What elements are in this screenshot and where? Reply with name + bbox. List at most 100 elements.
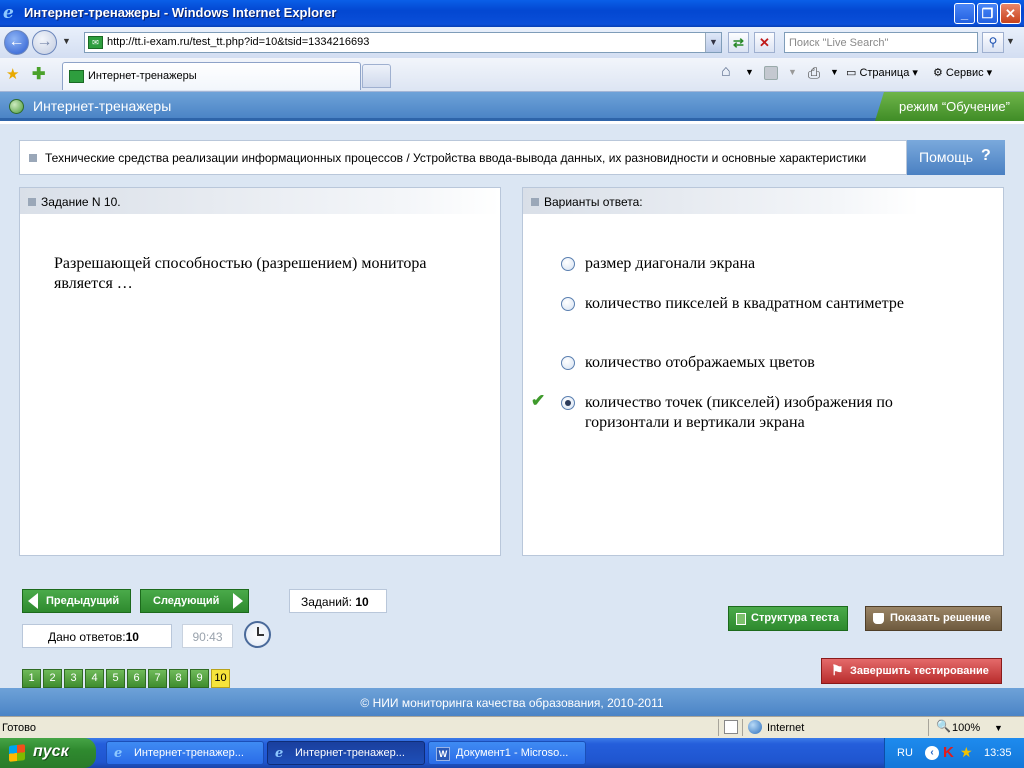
book-icon — [873, 613, 884, 624]
address-bar[interactable]: ✉ http://tt.i-exam.ru/test_tt.php?id=10&… — [84, 32, 722, 53]
finish-test-button[interactable]: ⚑ Завершить тестирование — [821, 658, 1002, 684]
answers-header: Варианты ответа: — [544, 195, 643, 209]
zoom-icon[interactable]: 🔍 — [936, 719, 951, 733]
test-structure-button[interactable]: Структура теста — [728, 606, 848, 631]
antivirus-icon[interactable]: K — [943, 744, 954, 761]
bullet-square-icon — [28, 198, 36, 206]
runner-icon: ⚑ — [831, 662, 844, 678]
refresh-button[interactable]: ⇄ — [728, 32, 749, 53]
taskbar-item-active[interactable]: e Интернет-тренажер... — [267, 741, 425, 765]
home-dropdown-icon[interactable]: ▼ — [745, 67, 754, 77]
feeds-dropdown-icon[interactable]: ▼ — [788, 67, 797, 77]
answers-panel: Варианты ответа: размер диагонали экрана… — [522, 187, 1004, 556]
maximize-button[interactable]: ❐ — [977, 3, 998, 24]
page-button[interactable]: 4 — [85, 669, 104, 688]
question-panel-header: Задание N 10. — [20, 188, 500, 214]
page-button-current[interactable]: 10 — [211, 669, 230, 688]
history-dropdown-icon[interactable]: ▼ — [62, 36, 71, 46]
system-tray: RU ‹ K ★ 13:35 — [884, 738, 1024, 768]
page-button[interactable]: 1 — [22, 669, 41, 688]
answer-option-text: количество отображаемых цветов — [585, 354, 815, 371]
taskbar-item[interactable]: e Интернет-тренажер... — [106, 741, 264, 765]
help-button[interactable]: Помощь ? — [907, 140, 1005, 175]
security-icon[interactable] — [724, 720, 738, 734]
search-options-dropdown-icon[interactable]: ▼ — [1006, 36, 1015, 46]
app-logo-icon — [9, 99, 24, 114]
tray-star-icon[interactable]: ★ — [960, 744, 973, 761]
page-button[interactable]: 9 — [190, 669, 209, 688]
favorites-star-icon[interactable]: ★ — [6, 65, 19, 83]
page-button[interactable]: 6 — [127, 669, 146, 688]
status-divider — [718, 719, 719, 736]
search-icon: ⚲ — [988, 35, 998, 49]
question-panel: Задание N 10. Разрешающей способностью (… — [19, 187, 501, 556]
timer: 90:43 — [182, 624, 233, 648]
status-divider — [928, 719, 929, 736]
start-button[interactable]: пуск — [0, 738, 96, 768]
zoom-dropdown-icon[interactable]: ▼ — [994, 723, 1003, 733]
start-label: пуск — [33, 743, 69, 760]
previous-button[interactable]: Предыдущий — [22, 589, 131, 613]
print-dropdown-icon[interactable]: ▼ — [830, 67, 839, 77]
close-button[interactable]: ✕ — [1000, 3, 1021, 24]
structure-icon — [736, 613, 746, 625]
task-pager: 1 2 3 4 5 6 7 8 9 10 — [22, 669, 232, 688]
add-favorite-icon[interactable]: ✚ — [32, 64, 45, 84]
page-button[interactable]: 8 — [169, 669, 188, 688]
address-url[interactable]: http://tt.i-exam.ru/test_tt.php?id=10&ts… — [107, 36, 369, 48]
taskbar-item[interactable]: W Документ1 - Microso... — [428, 741, 586, 765]
radio-button-selected[interactable] — [561, 396, 575, 410]
tab-favicon-icon — [69, 70, 84, 83]
answers-panel-header: Варианты ответа: — [523, 188, 919, 214]
radio-button[interactable] — [561, 356, 575, 370]
security-zone[interactable]: Internet — [767, 722, 804, 734]
system-clock[interactable]: 13:35 — [984, 747, 1012, 759]
structure-label: Структура теста — [751, 612, 840, 624]
address-toolbar: ← → ▼ ✉ http://tt.i-exam.ru/test_tt.php?… — [0, 27, 1024, 58]
print-icon[interactable]: ⎙ — [808, 65, 820, 82]
show-solution-button[interactable]: Показать решение — [865, 606, 1002, 631]
solution-label: Показать решение — [890, 612, 991, 624]
page-button[interactable]: 7 — [148, 669, 167, 688]
app-title: Интернет-тренажеры — [33, 98, 172, 114]
stop-button[interactable]: ✕ — [754, 32, 775, 53]
correct-check-icon: ✔ — [531, 391, 546, 410]
back-button[interactable]: ← — [4, 30, 29, 55]
new-tab-button[interactable] — [362, 64, 391, 88]
address-dropdown-icon[interactable]: ▼ — [705, 33, 721, 52]
refresh-icon: ⇄ — [733, 35, 744, 50]
minimize-button[interactable]: _ — [954, 3, 975, 24]
tray-back-icon[interactable]: ‹ — [925, 746, 939, 760]
taskbar-item-label: Интернет-тренажер... — [295, 747, 405, 759]
radio-button[interactable] — [561, 257, 575, 271]
answer-option-text: количество пикселей в квадратном сантиме… — [585, 295, 904, 312]
answer-option-4[interactable]: ✔ количество точек (пикселей) изображени… — [531, 391, 915, 433]
feeds-icon[interactable] — [764, 66, 778, 80]
page-button[interactable]: 5 — [106, 669, 125, 688]
forward-button[interactable]: → — [32, 30, 57, 55]
ie-icon: e — [114, 746, 123, 761]
search-input[interactable]: Поиск "Live Search" — [784, 32, 978, 53]
tools-menu-label: Сервис — [945, 67, 984, 79]
tab-internet-trainers[interactable]: Интернет-тренажеры — [62, 62, 361, 90]
topic-text: Технические средства реализации информац… — [45, 151, 867, 165]
answer-option-text: размер диагонали экрана — [585, 255, 756, 272]
tools-menu[interactable]: ⚙ Сервис ▾ — [933, 66, 992, 79]
search-button[interactable]: ⚲ — [982, 32, 1004, 53]
answer-option-2[interactable]: количество пикселей в квадратном сантиме… — [561, 294, 915, 314]
status-divider — [742, 719, 743, 736]
window-title-bar[interactable]: e Интернет-тренажеры - Windows Internet … — [0, 0, 1024, 27]
answer-option-1[interactable]: размер диагонали экрана — [561, 254, 915, 274]
zoom-level[interactable]: 100% — [952, 722, 980, 734]
answer-option-3[interactable]: количество отображаемых цветов — [561, 353, 915, 373]
next-button[interactable]: Следующий — [140, 589, 249, 613]
page-button[interactable]: 2 — [43, 669, 62, 688]
answered-label: Дано ответов: — [48, 630, 126, 644]
tasks-count-box: Заданий: 10 — [289, 589, 387, 613]
language-indicator[interactable]: RU — [897, 747, 913, 759]
ie-icon: e — [275, 746, 284, 761]
home-icon[interactable]: ⌂ — [721, 63, 731, 81]
radio-button[interactable] — [561, 297, 575, 311]
page-button[interactable]: 3 — [64, 669, 83, 688]
page-menu[interactable]: ▭ Страница ▾ — [846, 66, 918, 79]
